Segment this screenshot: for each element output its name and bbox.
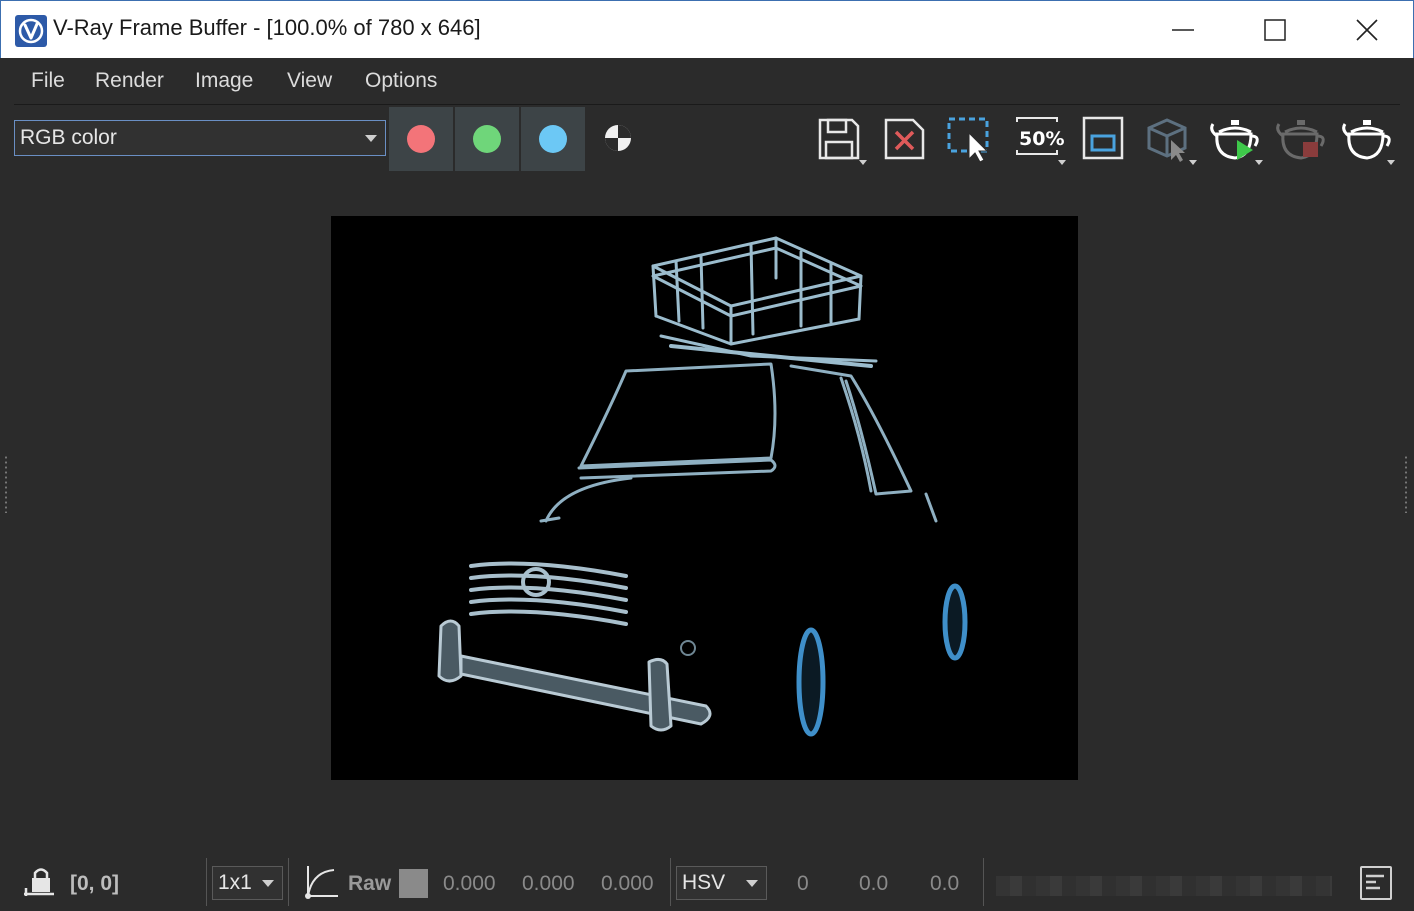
menu-image[interactable]: Image (195, 69, 253, 93)
menu-file[interactable]: File (31, 69, 65, 93)
zoom-label: 50% (1019, 128, 1064, 150)
green-value: 0.000 (522, 872, 575, 895)
chevron-down-icon (1387, 160, 1395, 165)
left-panel-handle[interactable] (4, 455, 8, 513)
save-image-icon (818, 118, 860, 160)
red-value: 0.000 (443, 872, 496, 895)
stop-render-button[interactable] (1273, 112, 1331, 166)
region-render-icon (947, 117, 989, 163)
rendered-car-image (437, 236, 968, 737)
zoom-50-button[interactable]: 50% (1010, 112, 1068, 166)
sample-size-value: 1x1 (218, 871, 252, 894)
hue-value: 0 (797, 872, 809, 895)
close-button[interactable] (1321, 1, 1413, 59)
stop-render-icon (1276, 120, 1325, 160)
title-bar: V-Ray Frame Buffer - [100.0% of 780 x 64… (0, 0, 1414, 58)
alpha-channel-icon (605, 125, 631, 151)
menu-view[interactable]: View (287, 69, 332, 93)
zoom-50-icon: 50% (1016, 117, 1064, 155)
curve-button[interactable] (300, 862, 340, 906)
vray-logo-icon (15, 15, 47, 47)
lock-icon (24, 868, 54, 896)
chevron-down-icon (1255, 160, 1263, 165)
minimize-icon (1172, 29, 1194, 31)
window-title: V-Ray Frame Buffer - [100.0% of 780 x 64… (53, 15, 481, 40)
blue-channel-button[interactable] (521, 107, 585, 171)
maximize-icon (1264, 19, 1286, 41)
curve-icon (305, 866, 338, 899)
blue-value: 0.000 (601, 872, 654, 895)
minimize-button[interactable] (1137, 1, 1229, 59)
status-divider (206, 858, 207, 906)
clear-image-icon (884, 118, 925, 160)
chevron-down-icon (365, 135, 377, 142)
chevron-down-icon (859, 160, 867, 165)
status-divider (670, 858, 671, 906)
chevron-down-icon (1189, 160, 1197, 165)
menu-render[interactable]: Render (95, 69, 164, 93)
color-mode-select[interactable]: HSV (676, 866, 767, 900)
status-divider (288, 858, 289, 906)
right-panel-handle[interactable] (1404, 455, 1408, 513)
green-dot-icon (473, 125, 501, 153)
history-panel-button[interactable] (1360, 866, 1392, 900)
channel-select-value: RGB color (20, 126, 117, 149)
start-render-icon (1210, 120, 1259, 160)
maximize-button[interactable] (1229, 1, 1321, 59)
menu-bar: File Render Image View Options (0, 58, 1414, 104)
list-icon (1366, 874, 1384, 890)
start-render-button[interactable] (1207, 112, 1265, 166)
lock-coords-button[interactable] (22, 864, 56, 902)
interactive-render-icon (1147, 118, 1187, 162)
blurred-status-area (996, 876, 1332, 896)
status-divider (983, 858, 984, 906)
chevron-down-icon (746, 880, 758, 887)
channel-select[interactable]: RGB color (14, 120, 386, 156)
interactive-render-button[interactable] (1141, 112, 1199, 166)
red-dot-icon (407, 125, 435, 153)
render-teapot-button[interactable] (1339, 112, 1397, 166)
blue-dot-icon (539, 125, 567, 153)
pixel-color-swatch (399, 869, 428, 898)
close-icon (1356, 19, 1378, 41)
save-image-button[interactable] (812, 112, 870, 166)
green-channel-button[interactable] (455, 107, 519, 171)
region-render-button[interactable] (942, 112, 1000, 166)
render-viewport[interactable] (331, 216, 1078, 780)
frame-button[interactable] (1076, 112, 1134, 166)
chevron-down-icon (262, 880, 274, 887)
clear-image-button[interactable] (877, 112, 935, 166)
render-teapot-icon (1342, 120, 1391, 160)
sample-size-select[interactable]: 1x1 (212, 866, 283, 900)
raw-label: Raw (348, 872, 392, 895)
frame-icon (1082, 116, 1124, 160)
value-value: 0.0 (930, 872, 960, 895)
chevron-down-icon (1058, 160, 1066, 165)
color-mode-value: HSV (682, 871, 726, 894)
menu-options[interactable]: Options (365, 69, 437, 93)
saturation-value: 0.0 (859, 872, 889, 895)
alpha-channel-button[interactable] (589, 110, 647, 168)
red-channel-button[interactable] (389, 107, 453, 171)
menu-divider (14, 104, 1400, 105)
pixel-coords: [0, 0] (70, 872, 120, 895)
